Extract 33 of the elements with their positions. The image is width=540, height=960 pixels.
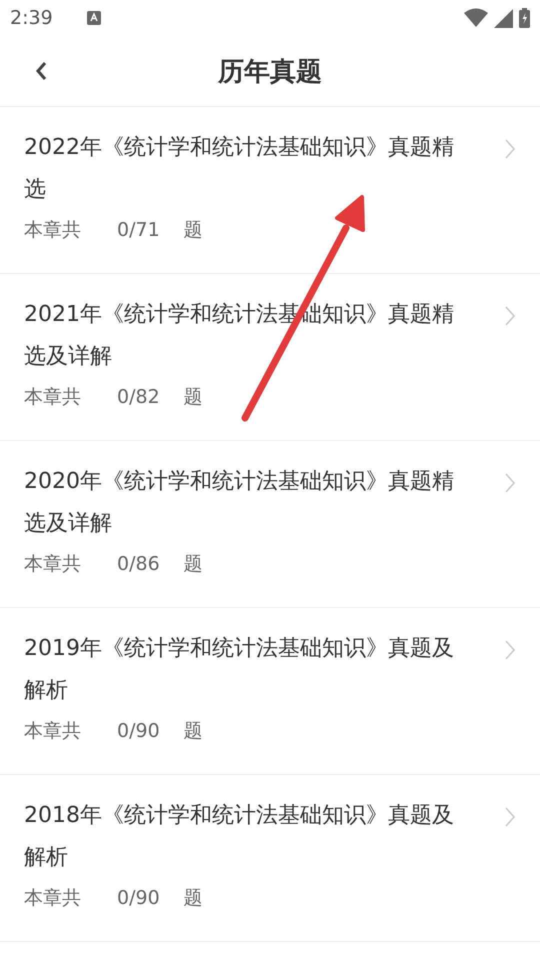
count-label: 本章共 xyxy=(24,886,81,911)
progress-count: 0/82 xyxy=(117,385,160,410)
chevron-right-icon xyxy=(505,473,515,493)
exam-list-item[interactable]: 2020年《统计学和统计法基础知识》真题精选及详解 本章共 0/86 题 xyxy=(0,441,540,608)
count-label: 本章共 xyxy=(24,385,81,410)
exam-title: 2022年《统计学和统计法基础知识》真题精选 xyxy=(24,134,455,204)
exam-title: 2019年《统计学和统计法基础知识》真题及解析 xyxy=(24,635,455,705)
chevron-left-icon xyxy=(34,60,48,82)
chevron-right-icon xyxy=(505,640,515,660)
page-title: 历年真题 xyxy=(218,56,322,88)
chevron-right-icon xyxy=(505,139,515,159)
progress-count: 0/86 xyxy=(117,552,160,577)
count-label: 本章共 xyxy=(24,552,81,577)
count-label: 本章共 xyxy=(24,218,81,243)
battery-icon xyxy=(519,8,530,28)
count-label: 本章共 xyxy=(24,719,81,744)
progress-count: 0/90 xyxy=(117,886,160,911)
exam-title: 2018年《统计学和统计法基础知识》真题及解析 xyxy=(24,802,455,872)
status-time: 2:39 xyxy=(10,7,53,29)
unit-label: 题 xyxy=(184,218,203,243)
progress-count: 0/71 xyxy=(117,218,160,243)
wifi-icon xyxy=(464,8,488,28)
progress-count: 0/90 xyxy=(117,719,160,744)
unit-label: 题 xyxy=(184,385,203,410)
exam-title: 2020年《统计学和统计法基础知识》真题精选及详解 xyxy=(24,468,455,538)
chevron-right-icon xyxy=(505,807,515,827)
exam-list-item[interactable]: 2018年《统计学和统计法基础知识》真题及解析 本章共 0/90 题 xyxy=(0,775,540,942)
signal-icon xyxy=(494,8,513,28)
exam-list-item[interactable]: 2019年《统计学和统计法基础知识》真题及解析 本章共 0/90 题 xyxy=(0,608,540,775)
unit-label: 题 xyxy=(184,719,203,744)
chevron-right-icon xyxy=(505,306,515,326)
unit-label: 题 xyxy=(184,552,203,577)
unit-label: 题 xyxy=(184,886,203,911)
